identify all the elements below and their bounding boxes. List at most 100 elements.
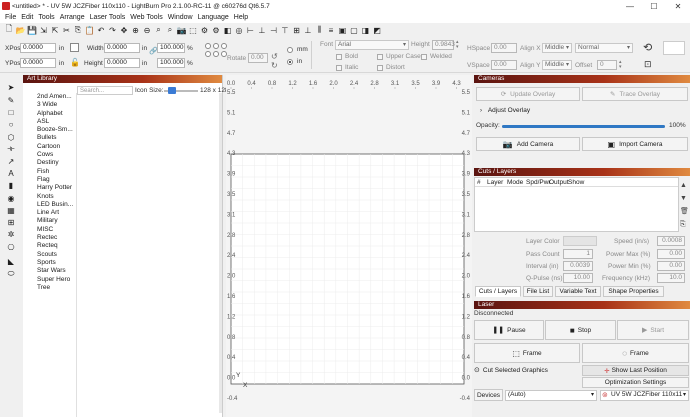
layers-table[interactable]: # Layer Mode Spd/Pwr Output Show [474, 177, 679, 232]
art-category-item[interactable]: Alphabet [23, 110, 75, 118]
anchor-radio-1[interactable] [205, 43, 211, 49]
circular-array-icon[interactable]: ✲ [5, 229, 17, 239]
position-icon[interactable]: ◎ [234, 25, 244, 35]
update-overlay-button[interactable]: ⟳ Update Overlay [476, 87, 580, 101]
art-category-item[interactable]: Military [23, 217, 75, 225]
distribute-h-icon[interactable]: ⫼ [315, 25, 325, 35]
art-scrollbar[interactable] [219, 93, 222, 413]
measure-tool-icon[interactable]: ▮ [5, 180, 17, 190]
copy-icon[interactable]: ⎘ [73, 25, 83, 35]
start-button[interactable]: ▶ Start [617, 320, 689, 340]
align-right-icon[interactable]: ⊣ [269, 25, 279, 35]
ellipse-tool-icon[interactable]: ○ [5, 119, 17, 129]
interval-field[interactable]: 0.0039 [563, 261, 593, 271]
pause-button[interactable]: ❚❚ Pause [474, 320, 544, 340]
height-field[interactable]: 0.0000 [104, 58, 140, 68]
offset-field[interactable]: 0 [597, 60, 617, 70]
art-category-item[interactable]: Cartoon [23, 143, 75, 151]
variable-text-icon[interactable]: ⟲ [643, 41, 652, 54]
pass-count-field[interactable]: 1 [563, 249, 593, 259]
xpos-field[interactable]: 0.0000 [20, 43, 56, 53]
zoom-page-icon[interactable]: ⌕ [154, 25, 164, 35]
lock-icon[interactable]: 🔓 [70, 58, 80, 67]
art-category-item[interactable]: Star Wars [23, 267, 75, 275]
text-height-field[interactable]: 0.9843 [432, 40, 455, 50]
art-category-item[interactable]: Sports [23, 259, 75, 267]
vspace-field[interactable]: 0.00 [491, 60, 517, 70]
icon-size-slider-handle[interactable] [168, 87, 176, 94]
frequency-field[interactable]: 10.0 [657, 273, 685, 283]
text-options-icon[interactable]: ⊡ [644, 59, 652, 70]
art-category-item[interactable]: Booze-Sm... [23, 126, 75, 134]
pan-icon[interactable]: ✥ [119, 25, 129, 35]
zoom-in-icon[interactable]: ⊕ [131, 25, 141, 35]
menu-window[interactable]: Window [168, 14, 193, 21]
scale-x-field[interactable]: 100.000 [157, 43, 185, 53]
art-category-item[interactable]: Cows [23, 151, 75, 159]
menu-arrange[interactable]: Arrange [60, 14, 85, 21]
trace-image-icon[interactable]: ⬚ [188, 25, 198, 35]
ypos-field[interactable]: 0.0000 [20, 58, 56, 68]
menu-file[interactable]: File [5, 14, 16, 21]
art-category-item[interactable]: MISC [23, 226, 75, 234]
export-icon[interactable]: ⇱ [50, 25, 60, 35]
distort-checkbox[interactable] [377, 65, 383, 71]
offset-shapes-icon[interactable]: ⎔ [5, 242, 17, 252]
device-name-select[interactable]: UV 5W JCZFiber 110x11 [600, 390, 689, 401]
art-category-item[interactable]: Knots [23, 193, 75, 201]
art-category-item[interactable]: ASL [23, 118, 75, 126]
menu-web-tools[interactable]: Web Tools [130, 14, 162, 21]
text-tool-icon[interactable]: A [5, 168, 17, 178]
align-middle-icon[interactable]: ⊞ [292, 25, 302, 35]
align-left-icon[interactable]: ⊢ [246, 25, 256, 35]
menu-language[interactable]: Language [198, 14, 229, 21]
flip-h-icon[interactable]: ◨ [361, 25, 371, 35]
menu-tools[interactable]: Tools [38, 14, 54, 21]
welded-checkbox[interactable] [421, 54, 427, 60]
menu-help[interactable]: Help [234, 14, 248, 21]
edit-nodes-icon[interactable]: ✎ [5, 95, 17, 105]
art-category-item[interactable]: Rectec [23, 234, 75, 242]
speed-field[interactable]: 0.0008 [657, 236, 685, 246]
devices-button[interactable]: Devices [474, 389, 503, 401]
offset-spinner[interactable]: ▴ ▾ [619, 60, 625, 70]
unit-in-radio[interactable] [287, 59, 293, 65]
align-bottom-icon[interactable]: ⊥ [303, 25, 313, 35]
bold-checkbox[interactable] [336, 54, 342, 60]
camera-icon[interactable]: 📷 [177, 25, 187, 35]
zoom-out-icon[interactable]: ⊖ [142, 25, 152, 35]
art-category-item[interactable]: 3 Wide [23, 101, 75, 109]
tabs-tool-icon[interactable]: ⟛ [5, 144, 17, 154]
redo-icon[interactable]: ↷ [108, 25, 118, 35]
layer-down-icon[interactable]: ▼ [680, 192, 689, 205]
frame-button[interactable]: ⬚ Frame [474, 343, 580, 363]
opacity-slider[interactable] [502, 125, 665, 128]
font-select[interactable]: Arial [335, 40, 409, 50]
art-category-item[interactable]: Super Hero [23, 276, 75, 284]
layer-copy-icon[interactable]: ⎘ [680, 218, 689, 231]
rotate-field[interactable]: 0.00 [248, 53, 268, 63]
tab-file-list[interactable]: File List [523, 286, 553, 297]
show-last-position-button[interactable]: ✛ Show Last Position [582, 365, 689, 376]
new-file-icon[interactable]: 🗋 [4, 24, 14, 35]
anchor-radio-3[interactable] [221, 43, 227, 49]
rotate-cw-icon[interactable]: ↻ [271, 61, 278, 70]
layer-up-icon[interactable]: ▲ [680, 179, 689, 192]
art-category-item[interactable]: Bullets [23, 134, 75, 142]
art-category-item[interactable]: Scouts [23, 251, 75, 259]
align-y-select[interactable]: Middle [542, 60, 572, 70]
adjust-image-icon[interactable]: ◧ [223, 25, 233, 35]
align-top-icon[interactable]: ⊤ [280, 25, 290, 35]
art-category-item[interactable]: Line Art [23, 209, 75, 217]
anchor-radio-2[interactable] [213, 43, 219, 49]
cut-icon[interactable]: ✂ [62, 25, 72, 35]
add-camera-button[interactable]: 📷 Add Camera [476, 137, 580, 151]
hspace-field[interactable]: 0.00 [491, 43, 517, 53]
layer-delete-icon[interactable]: 🗑 [680, 205, 689, 218]
polygon-tool-icon[interactable]: ⬡ [5, 132, 17, 142]
device-settings-icon[interactable]: ⚙ [211, 25, 221, 35]
text-height-spinner[interactable]: ▴ ▾ [456, 40, 462, 50]
unit-mm-radio[interactable] [287, 47, 293, 53]
maximize-button[interactable]: ☐ [642, 0, 666, 12]
close-button[interactable]: ✕ [666, 0, 690, 12]
